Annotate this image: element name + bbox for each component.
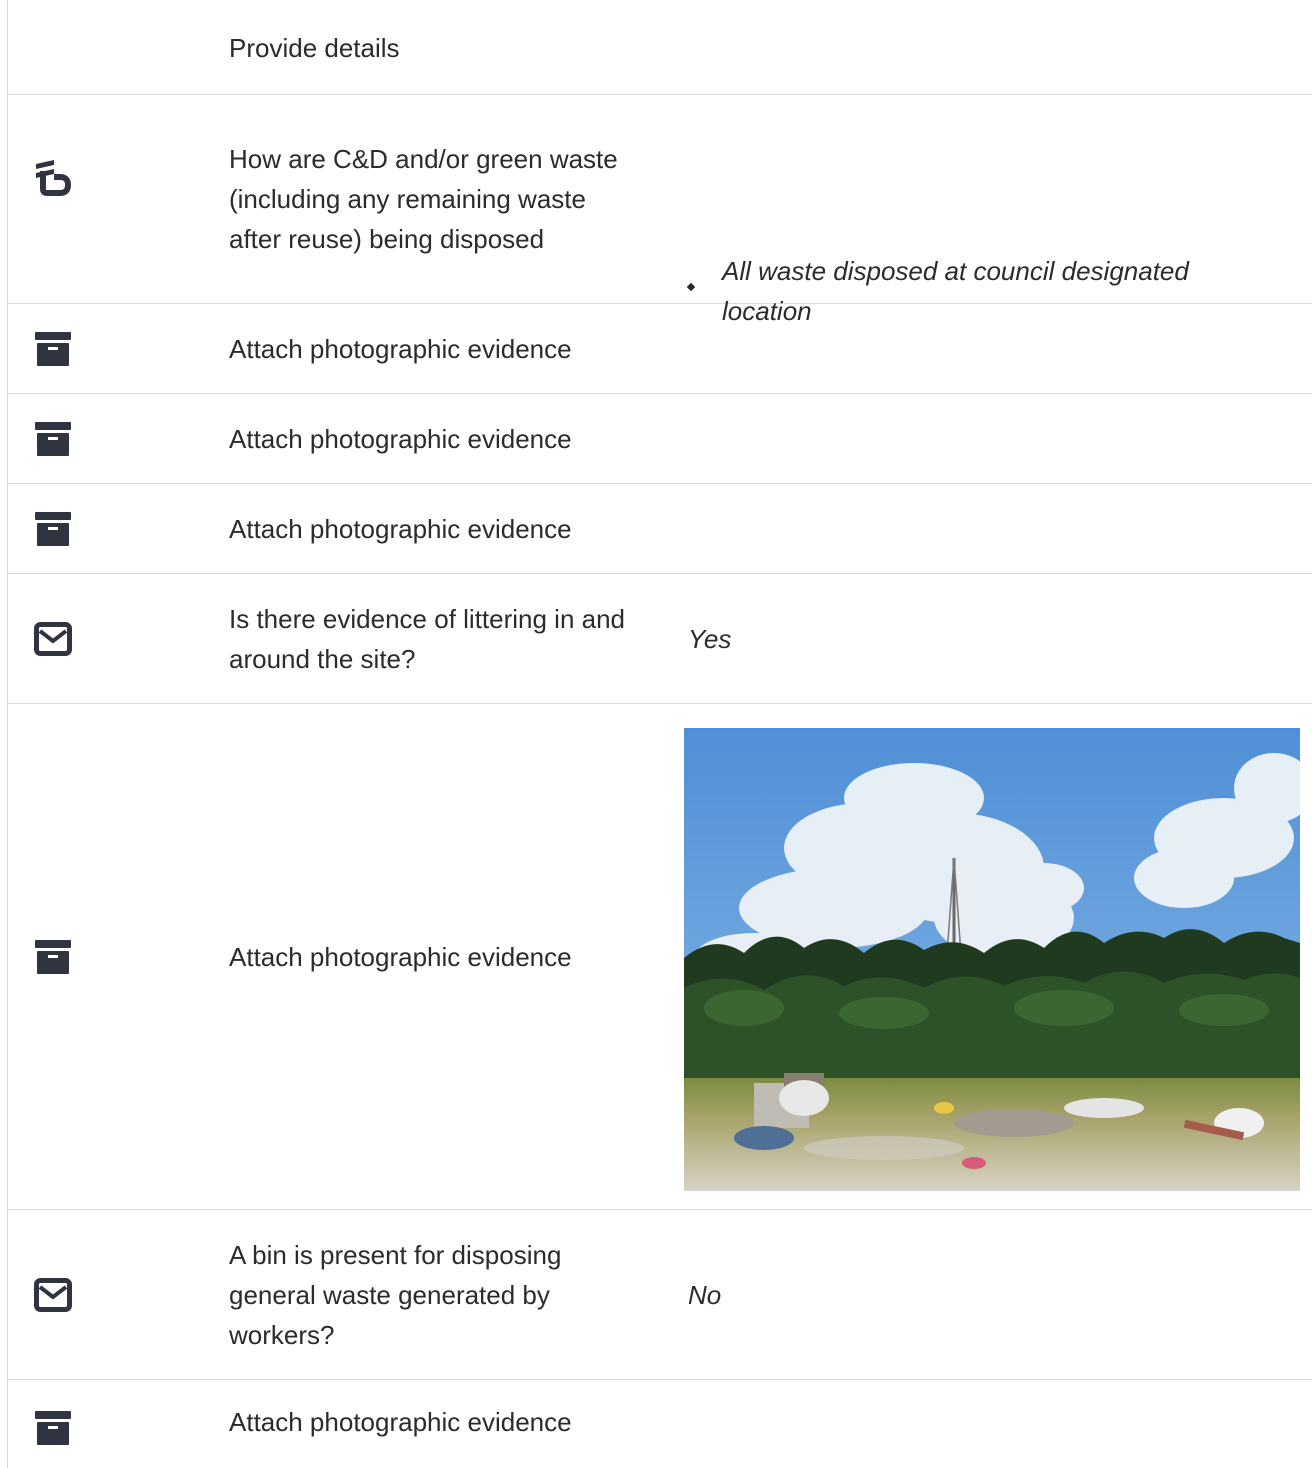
- tenge-icon: [8, 95, 98, 303]
- answer-value: No: [688, 1279, 722, 1310]
- table-row: Attach photographic evidence: [8, 394, 1312, 484]
- table-row: Attach photographic evidence: [8, 704, 1312, 1210]
- site-photo[interactable]: [684, 728, 1300, 1191]
- question-label: Attach photographic evidence: [229, 513, 572, 544]
- answer-list: All waste disposed at council designated…: [686, 95, 1312, 326]
- table-row: Attach photographic evidence: [8, 1380, 1312, 1468]
- question-label: Attach photographic evidence: [229, 333, 572, 364]
- question-label: Is there evidence of littering in and ar…: [229, 603, 626, 674]
- archive-icon: [8, 304, 98, 393]
- table-row: Attach photographic evidence: [8, 304, 1312, 394]
- table-row: A bin is present for disposing general w…: [8, 1210, 1312, 1380]
- answer-value: Yes: [688, 623, 732, 654]
- inspection-table: Provide details How are C&D and/or green…: [7, 0, 1312, 1468]
- question-label: A bin is present for disposing general w…: [229, 1239, 562, 1350]
- envelope-icon: [8, 574, 98, 703]
- question-label: Attach photographic evidence: [229, 941, 572, 972]
- archive-icon: [8, 1380, 98, 1468]
- question-label: Attach photographic evidence: [229, 423, 572, 454]
- envelope-icon: [8, 1210, 98, 1379]
- table-row: Provide details: [8, 0, 1312, 95]
- archive-icon: [8, 394, 98, 483]
- table-row: How are C&D and/or green waste (includin…: [8, 95, 1312, 326]
- archive-icon: [8, 704, 98, 1209]
- bullet-icon: [686, 282, 696, 292]
- table-row: Attach photographic evidence: [8, 484, 1312, 574]
- question-label: Attach photographic evidence: [229, 1407, 572, 1437]
- question-label: How are C&D and/or green waste (includin…: [229, 144, 618, 254]
- question-label: Provide details: [229, 33, 400, 63]
- table-row: Is there evidence of littering in and ar…: [8, 574, 1312, 704]
- archive-icon: [8, 484, 98, 573]
